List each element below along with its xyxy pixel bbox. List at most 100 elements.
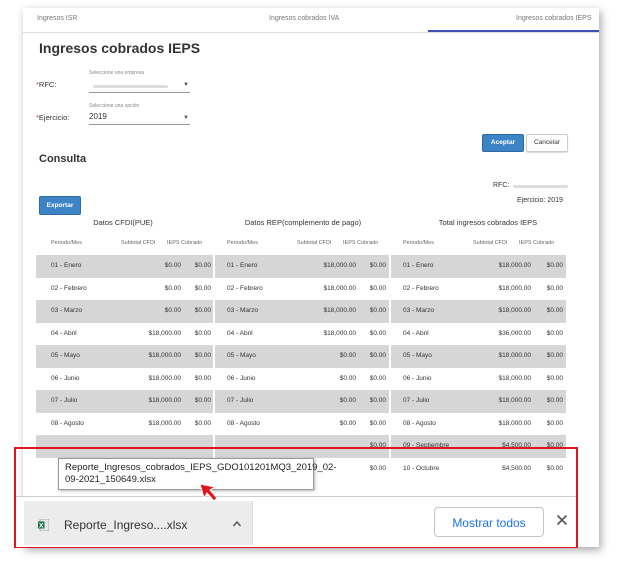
table-row: 03 - Marzo $0.00 $0.00 03 - Marzo $18,00… <box>36 300 566 323</box>
group-header-total: Total ingresos cobrados IEPS <box>438 218 538 227</box>
table-cell: 04 - Abril <box>403 329 429 337</box>
col-header-subtotal: Subtotal CFDI <box>121 240 156 246</box>
table-cell: $18,000.00 <box>323 329 356 337</box>
rfc-dropdown-arrow-icon[interactable]: ▼ <box>183 82 189 88</box>
col-header-periodo: Periodo/Mes <box>403 240 434 246</box>
table-cell: $0.00 <box>369 397 386 404</box>
ejercicio-value: 2019 <box>89 112 107 121</box>
table-cell: 07 - Julio <box>403 397 430 404</box>
filename-tooltip: Reporte_Ingresos_cobrados_IEPS_GDO101201… <box>58 458 336 490</box>
meta-ejercicio: Ejercicio: 2019 <box>517 197 563 204</box>
tab-ingresos-ieps[interactable]: Ingresos cobrados IEPS <box>516 15 592 22</box>
active-tab-indicator <box>428 30 599 32</box>
table-cell: 04 - Abril <box>227 329 253 337</box>
table-cell: 01 - Enero <box>403 262 434 269</box>
excel-file-icon <box>38 519 49 531</box>
table-cell: $0.00 <box>339 352 356 359</box>
table-row: 07 - Julio $18,000.00 $0.00 07 - Julio $… <box>36 390 566 413</box>
table-cell: $0.00 <box>194 352 211 359</box>
page-title: Ingresos cobrados IEPS <box>39 40 201 56</box>
download-item[interactable]: Reporte_Ingreso....xlsx <box>24 501 253 545</box>
table-cell: $0.00 <box>194 262 211 269</box>
col-header-periodo: Periodo/Mes <box>227 240 258 246</box>
table-cell: $0.00 <box>339 374 356 382</box>
table-cell: 04 - Abril <box>51 329 77 337</box>
table-cell: $36,000.00 <box>498 329 531 337</box>
table-cell: $18,000.00 <box>498 262 531 269</box>
table-cell: $18,000.00 <box>148 374 181 382</box>
section-title: Consulta <box>39 153 87 165</box>
table-row: 01 - Enero $0.00 $0.00 01 - Enero $18,00… <box>36 255 566 278</box>
tab-ingresos-iva[interactable]: Ingresos cobrados IVA <box>269 15 339 22</box>
table-cell: $18,000.00 <box>498 307 531 314</box>
export-button[interactable]: Exportar <box>39 196 81 215</box>
table-cell: $0.00 <box>194 284 211 292</box>
table-cell: $18,000.00 <box>323 284 356 292</box>
table-cell: $18,000.00 <box>498 397 531 404</box>
table-row: 02 - Febrero $0.00 $0.00 02 - Febrero $1… <box>36 278 566 301</box>
col-header-ieps: IEPS Cobrado <box>167 240 203 246</box>
table-cell: 01 - Enero <box>227 262 258 269</box>
red-arrow-cursor-icon <box>199 483 218 502</box>
table-cell: $0.00 <box>164 284 181 292</box>
table-cell: $0.00 <box>194 397 211 404</box>
rfc-select[interactable] <box>89 92 190 93</box>
col-header-ieps: IEPS Cobrado <box>343 240 379 246</box>
table-cell: $0.00 <box>546 284 563 292</box>
table-cell: 05 - Mayo <box>403 352 432 359</box>
table-cell: $0.00 <box>194 374 211 382</box>
table-row: 08 - Agosto $18,000.00 $0.00 08 - Agosto… <box>36 413 566 436</box>
rfc-hint: Seleccione una empresa <box>89 70 145 76</box>
chevron-up-icon[interactable] <box>232 519 242 529</box>
table-cell: 05 - Mayo <box>227 352 256 359</box>
table-cell: $18,000.00 <box>148 329 181 337</box>
table-cell: $0.00 <box>339 397 356 404</box>
group-header-rep: Datos REP(complemento de pago) <box>244 218 362 227</box>
table-cell: 02 - Febrero <box>227 284 263 292</box>
table-cell: 06 - Junio <box>51 374 80 382</box>
ejercicio-select[interactable] <box>89 124 190 125</box>
table-cell: 02 - Febrero <box>51 284 87 292</box>
meta-rfc-value-blurred <box>513 185 568 188</box>
cancel-button[interactable]: Cancelar <box>526 134 568 152</box>
table-cell: $18,000.00 <box>323 262 356 269</box>
close-icon[interactable] <box>556 514 568 526</box>
group-header-cfdi: Datos CFDI(PUE) <box>93 218 153 227</box>
table-cell: 01 - Enero <box>51 262 82 269</box>
table-cell: $0.00 <box>546 419 563 427</box>
table-cell: $0.00 <box>546 374 563 382</box>
table-row: 04 - Abril $18,000.00 $0.00 04 - Abril $… <box>36 323 566 346</box>
table-cell: 03 - Marzo <box>227 307 259 314</box>
table-cell: $0.00 <box>369 374 386 382</box>
meta-rfc-label: RFC: <box>493 182 510 189</box>
table-cell: $18,000.00 <box>498 284 531 292</box>
table-cell: $0.00 <box>194 329 211 337</box>
col-header-ieps: IEPS Cobrado <box>519 240 555 246</box>
table-row: 05 - Mayo $18,000.00 $0.00 05 - Mayo $0.… <box>36 345 566 368</box>
table-cell: $0.00 <box>369 307 386 314</box>
table-cell: $0.00 <box>339 419 356 427</box>
table-cell: 03 - Marzo <box>403 307 435 314</box>
tab-ingresos-isr[interactable]: Ingresos ISR <box>37 15 77 22</box>
tab-bar: Ingresos ISR Ingresos cobrados IVA Ingre… <box>23 8 599 33</box>
download-file-name: Reporte_Ingreso....xlsx <box>64 518 188 532</box>
col-header-subtotal: Subtotal CFDI <box>297 240 332 246</box>
table-cell: $0.00 <box>369 329 386 337</box>
table-cell: 06 - Junio <box>227 374 256 382</box>
table-row: 06 - Junio $18,000.00 $0.00 06 - Junio $… <box>36 368 566 391</box>
table-cell: $18,000.00 <box>323 307 356 314</box>
table-cell: 08 - Agosto <box>227 419 260 427</box>
table-cell: $18,000.00 <box>498 374 531 382</box>
accept-button[interactable]: Aceptar <box>482 134 524 152</box>
table-cell: 07 - Julio <box>51 397 78 404</box>
table-cell: $0.00 <box>546 397 563 404</box>
ejercicio-dropdown-arrow-icon[interactable]: ▼ <box>183 115 189 121</box>
table-cell: $0.00 <box>164 262 181 269</box>
table-cell: $18,000.00 <box>498 419 531 427</box>
table-cell: $0.00 <box>194 419 211 427</box>
rfc-value-blurred <box>93 85 168 88</box>
show-all-button[interactable]: Mostrar todos <box>434 507 544 537</box>
col-header-subtotal: Subtotal CFDI <box>473 240 508 246</box>
table-cell: $0.00 <box>546 307 563 314</box>
table-cell: 08 - Agosto <box>51 419 84 427</box>
